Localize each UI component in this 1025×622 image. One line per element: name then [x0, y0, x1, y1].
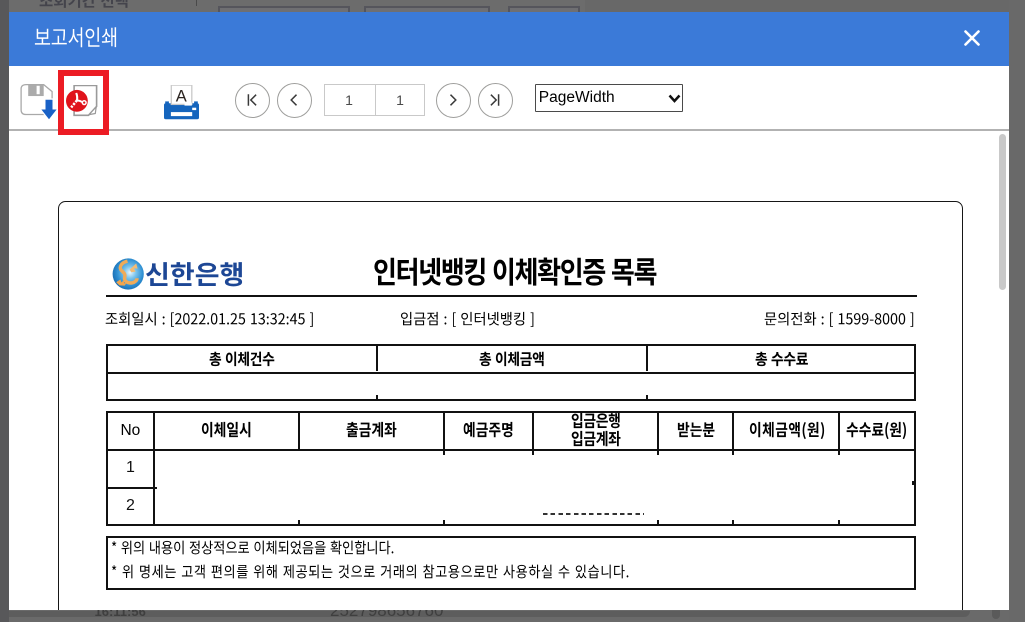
svg-text:A: A: [176, 87, 187, 105]
